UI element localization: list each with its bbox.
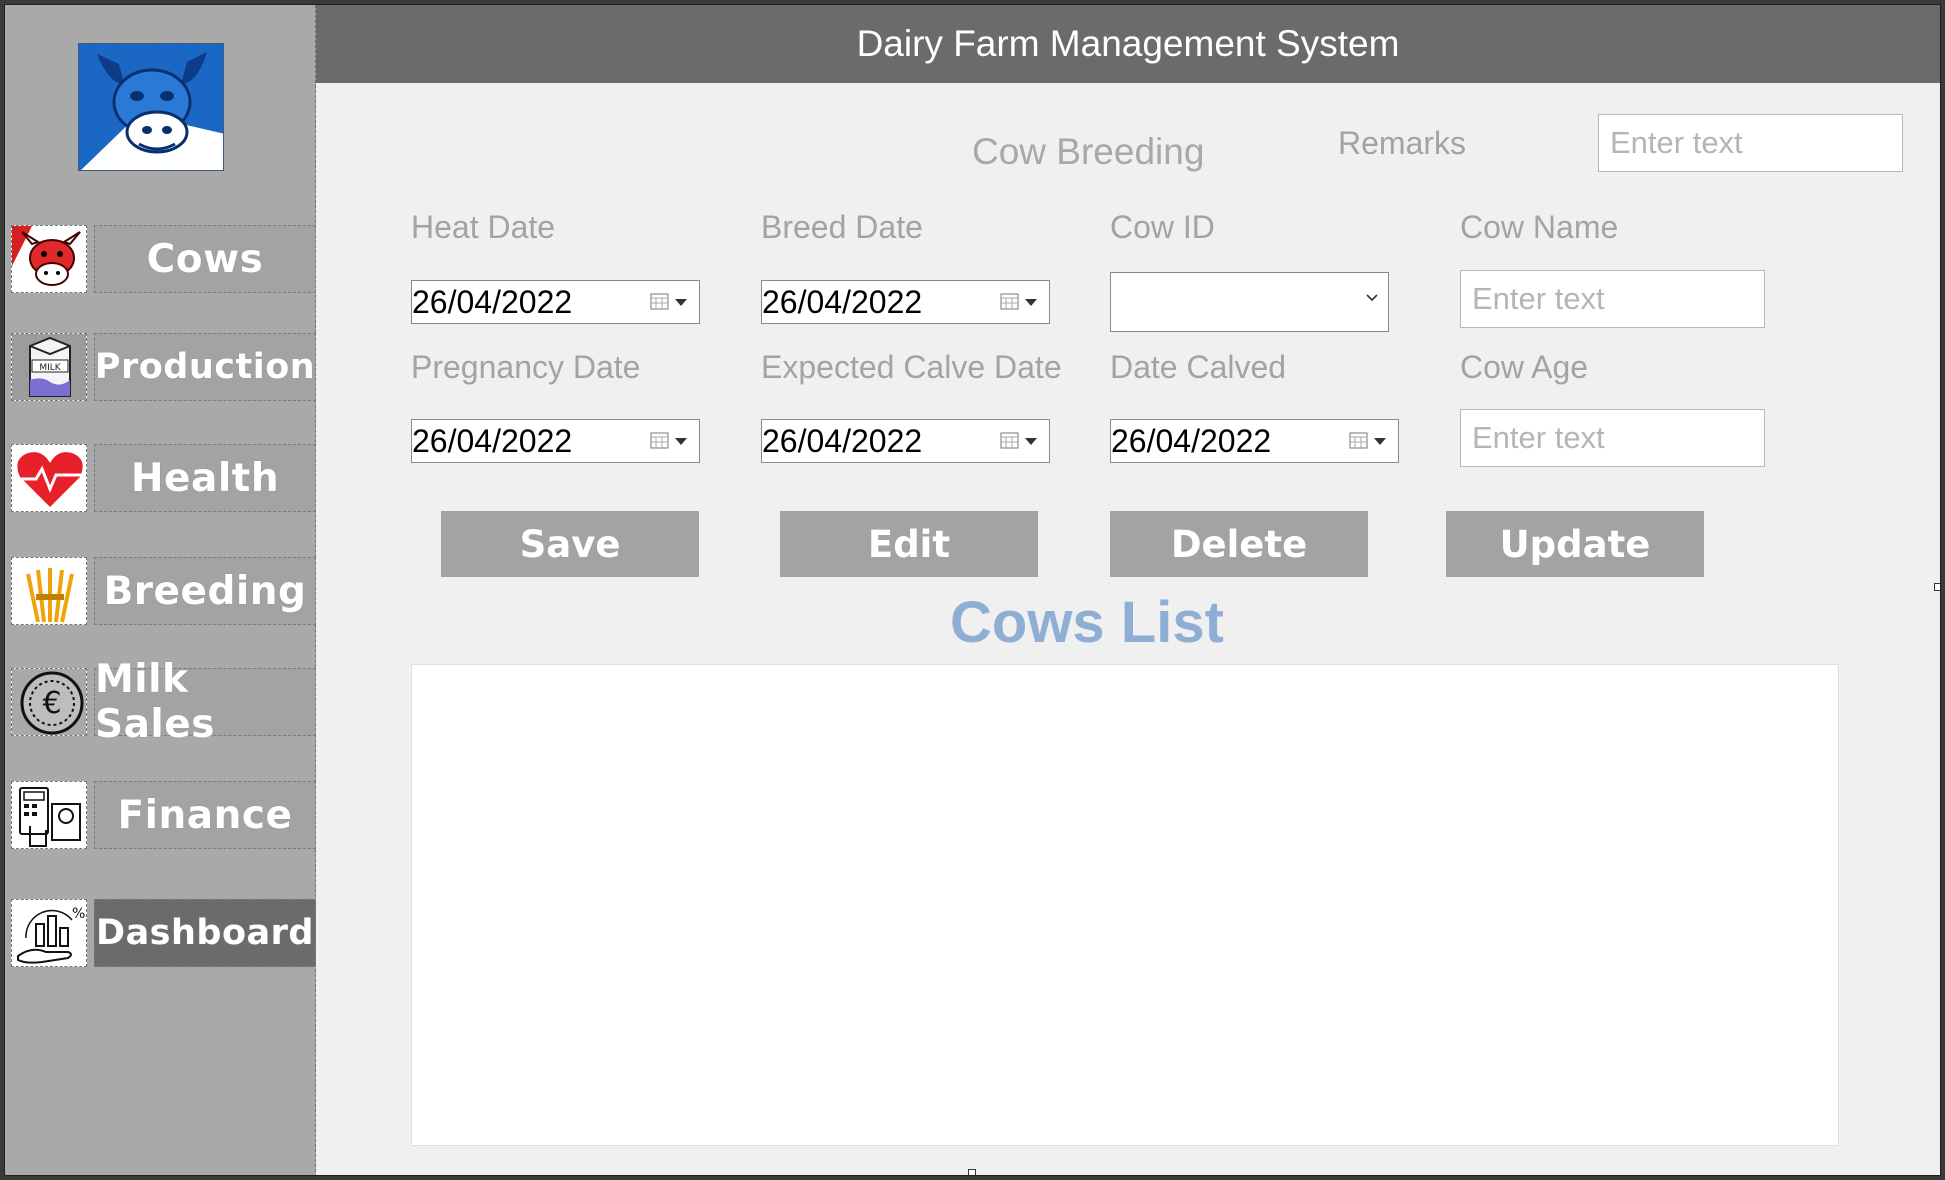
delete-button[interactable]: Delete [1110, 511, 1368, 577]
sidebar-item-label: Dashboard [94, 899, 316, 967]
calendar-icon [650, 432, 669, 449]
calendar-icon [1349, 432, 1368, 449]
heartbeat-icon [11, 444, 87, 512]
app-title: Dairy Farm Management System [316, 5, 1940, 83]
cow-name-input[interactable] [1460, 270, 1765, 328]
date-calved-label: Date Calved [1110, 349, 1287, 385]
calendar-icon [1000, 432, 1019, 449]
sidebar-item-label: Milk Sales [94, 657, 316, 747]
sidebar-item-milk-sales[interactable]: € Milk Sales [11, 657, 316, 747]
calendar-icon [1000, 293, 1019, 310]
sidebar-item-breeding[interactable]: Breeding [11, 557, 316, 625]
pregnancy-date-label: Pregnancy Date [411, 349, 641, 385]
expected-calve-date-value: 26/04/2022 [762, 423, 923, 459]
update-button[interactable]: Update [1446, 511, 1704, 577]
sidebar-item-label: Health [94, 444, 316, 512]
cows-list-grid[interactable] [411, 664, 1839, 1146]
cows-list-title: Cows List [950, 590, 1224, 655]
cow-logo [78, 43, 224, 171]
dropdown-arrow-icon [1374, 438, 1386, 445]
resize-handle[interactable] [1934, 583, 1940, 591]
form-title: Cow Breeding [972, 131, 1205, 172]
app-window: Cows MILK Production Health Breeding € M… [4, 4, 1941, 1176]
dropdown-arrow-icon [1025, 299, 1037, 306]
sidebar: Cows MILK Production Health Breeding € M… [5, 5, 316, 1175]
dashboard-chart-icon: % [11, 899, 87, 967]
cow-breeding-form: Cow Breeding Remarks Heat Date Breed Dat… [316, 83, 1940, 1175]
calculator-chart-icon [11, 781, 87, 849]
cow-id-label: Cow ID [1110, 209, 1215, 245]
dropdown-arrow-icon [675, 299, 687, 306]
wheat-icon [11, 557, 87, 625]
heat-date-value: 26/04/2022 [412, 284, 573, 320]
resize-handle[interactable] [968, 1169, 976, 1175]
save-button[interactable]: Save [441, 511, 699, 577]
cow-name-label: Cow Name [1460, 209, 1619, 245]
sidebar-item-dashboard[interactable]: % Dashboard [11, 899, 316, 967]
breed-date-picker[interactable]: 26/04/2022 [761, 280, 1050, 324]
sidebar-item-label: Finance [94, 781, 316, 849]
sidebar-item-finance[interactable]: Finance [11, 781, 316, 849]
date-calved-picker[interactable]: 26/04/2022 [1110, 419, 1399, 463]
breed-date-value: 26/04/2022 [762, 284, 923, 320]
expected-calve-date-label: Expected Calve Date [761, 349, 1062, 385]
cow-age-input[interactable] [1460, 409, 1765, 467]
calendar-icon [650, 293, 669, 310]
sidebar-item-label: Production [94, 333, 316, 401]
chevron-down-icon [1366, 294, 1378, 302]
remarks-input[interactable] [1598, 114, 1903, 172]
cow-id-select[interactable] [1110, 272, 1389, 332]
svg-text:MILK: MILK [39, 363, 61, 373]
edit-button[interactable]: Edit [780, 511, 1038, 577]
svg-text:%: % [72, 906, 85, 922]
milk-carton-icon: MILK [11, 333, 87, 401]
cow-age-label: Cow Age [1460, 349, 1589, 385]
heat-date-label: Heat Date [411, 209, 556, 245]
breed-date-label: Breed Date [761, 209, 923, 245]
pregnancy-date-picker[interactable]: 26/04/2022 [411, 419, 700, 463]
sidebar-item-production[interactable]: MILK Production [11, 333, 316, 401]
sidebar-item-cows[interactable]: Cows [11, 225, 316, 293]
remarks-label: Remarks [1338, 125, 1467, 161]
euro-coin-icon: € [11, 668, 87, 736]
sidebar-item-health[interactable]: Health [11, 444, 316, 512]
sidebar-item-label: Cows [94, 225, 316, 293]
cow-icon [11, 225, 87, 293]
dropdown-arrow-icon [675, 438, 687, 445]
date-calved-value: 26/04/2022 [1111, 423, 1272, 459]
pregnancy-date-value: 26/04/2022 [412, 423, 573, 459]
dropdown-arrow-icon [1025, 438, 1037, 445]
svg-text:€: € [42, 686, 61, 721]
heat-date-picker[interactable]: 26/04/2022 [411, 280, 700, 324]
expected-calve-date-picker[interactable]: 26/04/2022 [761, 419, 1050, 463]
sidebar-item-label: Breeding [94, 557, 316, 625]
